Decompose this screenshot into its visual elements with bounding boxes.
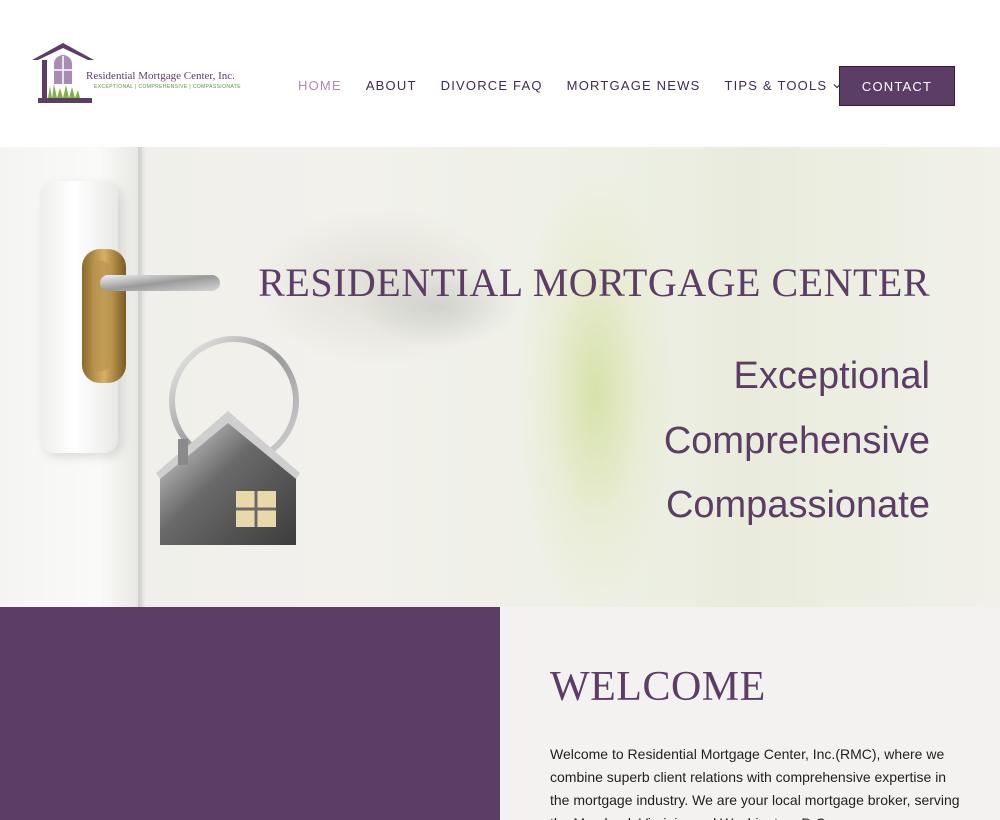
background-blur — [520, 177, 670, 607]
welcome-heading: WELCOME — [550, 664, 766, 710]
welcome-section: WELCOME Welcome to Residential Mortgage … — [500, 607, 1000, 820]
decorative-panel — [0, 607, 500, 820]
hero-banner: RESIDENTIAL MORTGAGE CENTER Exceptional … — [0, 147, 1000, 607]
contact-button[interactable]: CONTACT — [839, 66, 955, 106]
nav-item-mortgage-news[interactable]: MORTGAGE NEWS — [567, 78, 701, 93]
hero-tagline-line: Comprehensive — [663, 420, 930, 462]
nav-item-label: DIVORCE FAQ — [440, 78, 543, 93]
logo-tagline: EXCEPTIONAL | COMPREHENSIVE | COMPASSION… — [94, 84, 241, 90]
site-logo[interactable]: Residential Mortgage Center, Inc. EXCEPT… — [30, 40, 245, 108]
main-nav: HOME ABOUT DIVORCE FAQ MORTGAGE NEWS TIP… — [298, 78, 865, 93]
nav-item-label: TIPS & TOOLS — [724, 78, 828, 93]
nav-item-tips-tools[interactable]: TIPS & TOOLS — [724, 78, 841, 93]
nav-item-home[interactable]: HOME — [298, 78, 342, 93]
nav-item-label: MORTGAGE NEWS — [566, 78, 701, 93]
hero-tagline-line: Compassionate — [665, 484, 930, 526]
nav-item-divorce-faq[interactable]: DIVORCE FAQ — [441, 78, 543, 93]
nav-item-about[interactable]: ABOUT — [366, 78, 417, 93]
logo-company-name: Residential Mortgage Center, Inc. — [86, 70, 235, 82]
hero-title: RESIDENTIAL MORTGAGE CENTER — [258, 260, 930, 305]
nav-item-label: HOME — [298, 78, 342, 93]
nav-item-label: ABOUT — [365, 78, 417, 93]
welcome-paragraph: Welcome to Residential Mortgage Center, … — [550, 746, 960, 820]
hero-tagline-line: Exceptional — [733, 355, 930, 397]
site-header: Residential Mortgage Center, Inc. EXCEPT… — [0, 0, 1000, 147]
